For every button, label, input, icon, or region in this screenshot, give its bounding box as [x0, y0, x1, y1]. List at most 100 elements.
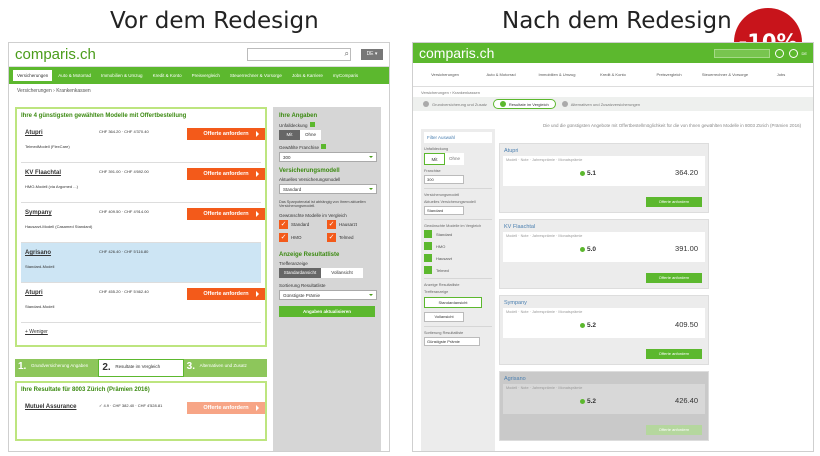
rating-score: 5.0 [580, 246, 596, 253]
nav-item[interactable]: Steuerrechner & Vorsorge [226, 70, 286, 81]
info-icon [321, 144, 327, 149]
nav-item[interactable]: Steuerrechner & Vorsorge [697, 72, 753, 77]
insurer-name[interactable]: Sympany [25, 210, 52, 216]
step-tab[interactable]: 3. Alternativen und Zusatz [183, 359, 267, 377]
offer-button[interactable]: Offerte anfordern [646, 197, 702, 207]
insurer-name[interactable]: Mutuel Assurance [25, 404, 76, 410]
nav-item[interactable]: Immobilien & Umzug [97, 70, 147, 81]
nav-item[interactable]: Preisvergleich [188, 70, 224, 81]
view-toggle[interactable]: Standardansicht Vollansicht [279, 268, 363, 278]
nav-item[interactable]: Jobs [753, 72, 809, 77]
field-label: Franchise [424, 169, 441, 173]
price-info: CHF 409.50 · CHF 4'914.00 [99, 209, 149, 214]
offer-button[interactable]: Offerte anfordern [187, 128, 265, 140]
nav-item[interactable]: myComparis [329, 70, 362, 81]
franchise-select[interactable]: 300 [424, 175, 464, 184]
insurer-name[interactable]: Sympany [504, 300, 527, 306]
insurer-name[interactable]: KV Flaachtal [25, 170, 61, 176]
new-design-screenshot: comparis.ch DE Versicherungen Auto & Mot… [412, 42, 814, 452]
update-button[interactable]: Angaben aktualisieren [279, 306, 375, 317]
price-info: CHF 455.20 · CHF 5'462.40 [99, 289, 149, 294]
old-search-input[interactable]: ⌕ [247, 48, 351, 61]
new-search-input[interactable] [714, 48, 771, 58]
old-logo[interactable]: comparis.ch [15, 46, 96, 63]
full-view-button[interactable]: Vollansicht [424, 312, 464, 322]
standard-view-button[interactable]: Standardansicht [424, 297, 482, 308]
progress-step-current[interactable]: Resultate im Vergleich [492, 99, 556, 109]
nav-item[interactable]: Kredit & Konto [149, 70, 186, 81]
show-less-link[interactable]: + Weniger [21, 323, 261, 341]
result-row: Atupri TelmedModell (FlexCare) CHF 364.2… [21, 123, 265, 163]
model-checkbox[interactable]: ✓ Standard [279, 220, 327, 229]
insurer-model: Standard-Modell [25, 304, 55, 309]
monthly-price: 391.00 [675, 244, 698, 253]
step-tab[interactable]: 1. Grundversicherung Angaben [15, 359, 99, 377]
field-label: Gewünschte Modelle im Vergleich [279, 213, 347, 218]
rating-score: 5.1 [580, 170, 596, 177]
sort-select[interactable]: Günstigste Prämie [424, 337, 480, 346]
result-card: Sympany Modell · Note · Jahresprämie · M… [499, 295, 709, 365]
breadcrumb[interactable]: Versicherungen › Krankenkassen [413, 87, 813, 97]
model-checkbox[interactable]: ✓ Telmed [327, 233, 375, 242]
step-tab-current[interactable]: 2. Resultate im Vergleich [98, 359, 184, 377]
model-checkbox[interactable]: Standard [424, 230, 492, 238]
sidebar-title: Ihre Angaben [279, 113, 318, 119]
insurer-name[interactable]: Atupri [25, 290, 43, 296]
accident-toggle[interactable]: Mit Ohne [279, 130, 321, 140]
user-icon[interactable] [775, 48, 785, 58]
old-top-results: Ihre 4 günstigsten gewählten Modelle mit… [15, 107, 267, 347]
current-model-select[interactable]: Standard [279, 184, 377, 194]
offer-button[interactable]: Offerte anfordern [187, 402, 265, 414]
results-title: Ihre 4 günstigsten gewählten Modelle mit… [21, 113, 187, 119]
search-icon[interactable]: ⌕ [345, 49, 349, 59]
nav-item[interactable]: Auto & Motorrad [473, 72, 529, 77]
nav-item[interactable]: Versicherungen [417, 72, 473, 77]
sort-select[interactable]: Günstigste Prämie [279, 290, 377, 300]
franchise-select[interactable]: 300 [279, 152, 377, 162]
insurer-name[interactable]: Agrisano [25, 250, 51, 256]
model-checkbox[interactable]: ✓ HMO [279, 233, 327, 242]
offer-button[interactable]: Offerte anfordern [187, 208, 265, 220]
results-intro: Die und die günstigsten Angebote mit Off… [543, 123, 802, 128]
card-columns: Modell · Note · Jahresprämie · Monatsprä… [506, 234, 583, 238]
insurer-name[interactable]: KV Flaachtal [504, 224, 535, 230]
offer-button[interactable]: Offerte anfordern [187, 168, 265, 180]
field-label: Versicherungsmodell [424, 193, 460, 197]
progress-step[interactable]: Grundversicherung und Zusatz [423, 101, 487, 107]
progress-step[interactable]: Alternativen und Zusatzversicherungen [561, 101, 640, 107]
language-select[interactable]: DE ▾ [361, 49, 383, 60]
model-checkbox[interactable]: ✓ Hausarzt [327, 220, 375, 229]
globe-icon[interactable] [789, 48, 799, 58]
field-label: Sortierung Resultatliste [279, 283, 326, 288]
result-row: KV Flaachtal HMO-Modell (via Argomed ...… [21, 163, 265, 203]
model-checkbox[interactable]: HMO [424, 242, 492, 250]
nav-item[interactable]: Auto & Motorrad [54, 70, 95, 81]
offer-button[interactable]: Offerte anfordern [646, 349, 702, 359]
insurer-name[interactable]: Atupri [504, 148, 518, 154]
filter-header[interactable]: Filter Auswahl [424, 132, 492, 143]
nav-item[interactable]: Preisvergleich [641, 72, 697, 77]
offer-button[interactable]: Offerte anfordern [646, 425, 702, 435]
model-checkbox[interactable]: Hausarzt [424, 254, 492, 262]
nav-item[interactable]: Jobs & Karriere [288, 70, 327, 81]
field-label: Trefferanzeige [279, 261, 308, 266]
old-step-tabs: 1. Grundversicherung Angaben 2. Resultate … [15, 359, 267, 377]
language-select[interactable]: DE [801, 51, 807, 56]
field-label: Anzeige Resultatliste [424, 283, 460, 287]
nav-item[interactable]: Versicherungen [13, 70, 53, 81]
new-logo[interactable]: comparis.ch [419, 45, 494, 61]
insurer-model: Standard-Modell [25, 264, 55, 269]
card-columns: Modell · Note · Jahresprämie · Monatsprä… [506, 158, 583, 162]
nav-item[interactable]: Kredit & Konto [585, 72, 641, 77]
old-main-nav: Versicherungen Auto & Motorrad Immobilie… [9, 67, 389, 84]
model-checkbox[interactable]: Telmed [424, 266, 492, 274]
offer-button[interactable]: Offerte anfordern [646, 273, 702, 283]
current-model-select[interactable]: Standard [424, 206, 464, 215]
insurer-name[interactable]: Atupri [25, 130, 43, 136]
breadcrumb[interactable]: Versicherungen › Krankenkassen [9, 84, 389, 98]
nav-item[interactable]: Immobilien & Umzug [529, 72, 585, 77]
accident-toggle[interactable]: Mit Ohne [424, 153, 464, 165]
after-heading: Nach dem Redesign [502, 8, 732, 34]
insurer-name[interactable]: Agrisano [504, 376, 526, 382]
offer-button[interactable]: Offerte anfordern [187, 288, 265, 300]
